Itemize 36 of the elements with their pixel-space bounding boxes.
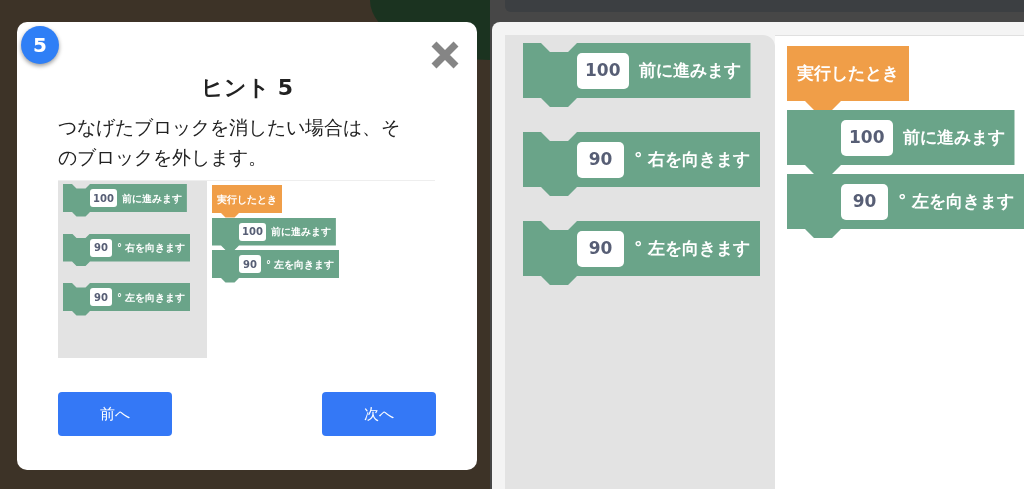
number-field[interactable]: 90 [841, 183, 888, 220]
number-field[interactable]: 90 [90, 288, 112, 306]
code-block[interactable]: 90 ° 右を向きます [63, 233, 191, 266]
block-label: ° 左を向きます [266, 257, 335, 272]
code-block[interactable]: 100 前に進みます [212, 217, 336, 250]
number-field[interactable]: 100 [239, 222, 266, 241]
number-field[interactable]: 100 [90, 189, 117, 207]
block-label: ° 右を向きます [117, 241, 186, 255]
code-block[interactable]: 90 ° 左を向きます [523, 221, 761, 285]
code-block[interactable]: 90 ° 左を向きます [212, 250, 340, 283]
number-field[interactable]: 90 [239, 255, 261, 273]
code-block[interactable]: 100 前に進みます [787, 110, 1015, 174]
previous-button[interactable]: 前へ [58, 392, 172, 436]
code-block[interactable]: 90 ° 右を向きます [523, 132, 761, 196]
block-label: 前に進みます [121, 191, 182, 206]
code-block[interactable]: 90 ° 左を向きます [787, 174, 1024, 238]
close-icon[interactable] [430, 40, 460, 70]
number-field[interactable]: 90 [90, 238, 112, 257]
code-block[interactable]: 90 ° 左を向きます [63, 283, 191, 316]
block-label: 前に進みます [638, 58, 741, 82]
next-button[interactable]: 次へ [322, 392, 436, 436]
hint-text: つなげたブロックを消したい場合は、そのブロックを外します。 [58, 115, 401, 170]
block-label: ° 左を向きます [634, 236, 751, 260]
block-label: ° 左を向きます [117, 290, 186, 305]
number-field[interactable]: 100 [577, 52, 629, 89]
code-block[interactable]: 100 前に進みます [523, 43, 751, 107]
block-label: 前に進みます [902, 125, 1005, 149]
number-field[interactable]: 90 [577, 141, 624, 178]
block-label: ° 右を向きます [634, 147, 751, 171]
number-field[interactable]: 100 [841, 119, 893, 156]
number-field[interactable]: 90 [577, 230, 624, 267]
block-label: ° 左を向きます [898, 189, 1015, 213]
step-badge: 5 [21, 26, 59, 64]
block-label: 前に進みます [270, 225, 331, 239]
code-block[interactable]: 100 前に進みます [63, 184, 187, 217]
hint-title: ヒント 5 [200, 74, 294, 102]
